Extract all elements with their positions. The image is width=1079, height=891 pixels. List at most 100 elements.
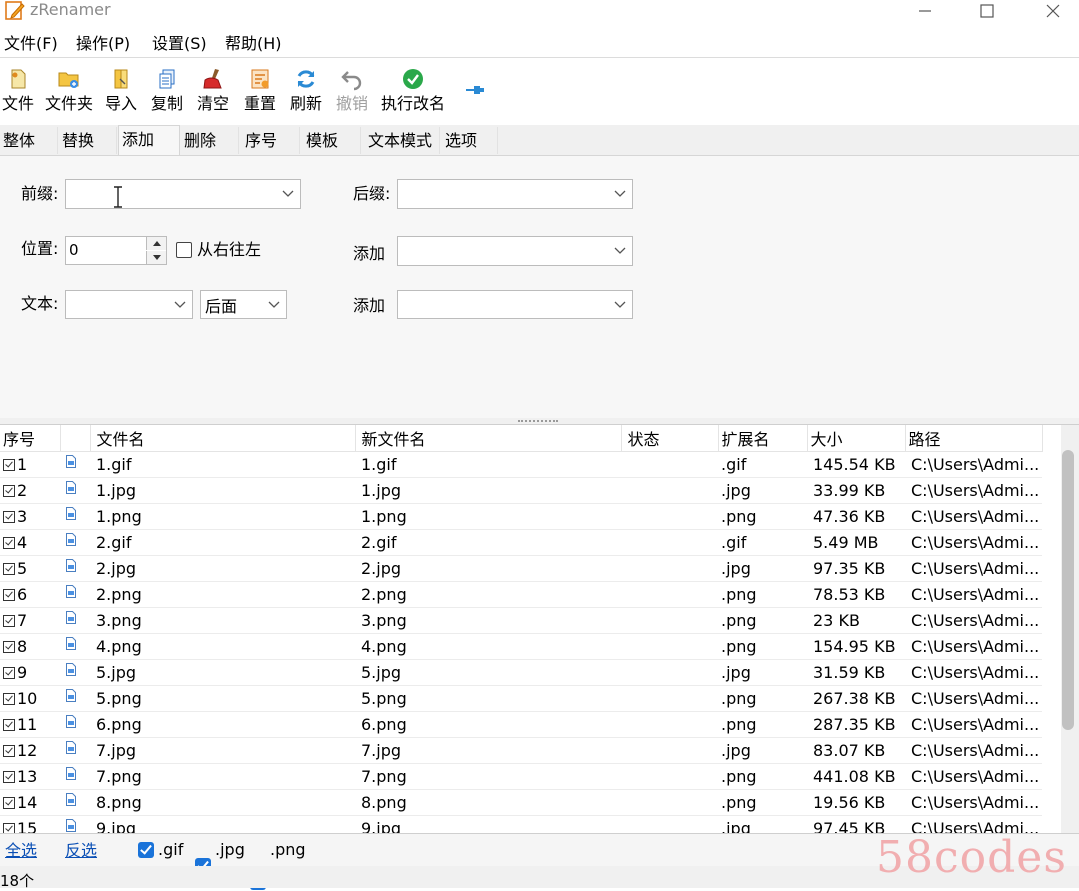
filter-gif-checkbox[interactable] (138, 842, 154, 858)
copy-button[interactable]: 复制 (149, 58, 185, 118)
tab-add[interactable]: 添加 (118, 125, 180, 156)
close-button[interactable] (1028, 0, 1078, 22)
row-checkbox[interactable] (3, 511, 15, 523)
position-label: 位置: (21, 239, 59, 258)
row-checkbox[interactable] (3, 641, 15, 653)
row-checkbox[interactable] (3, 771, 15, 783)
row-number-cell[interactable]: 11 (0, 711, 60, 738)
tab-options[interactable]: 选项 (442, 127, 498, 154)
minimize-button[interactable] (900, 0, 950, 22)
row-number-cell[interactable]: 4 (0, 529, 60, 556)
spin-down-button[interactable] (146, 251, 166, 264)
row-number-cell[interactable]: 7 (0, 607, 60, 634)
row-number-cell[interactable]: 2 (0, 477, 60, 504)
table-row[interactable]: 3 1.png 1.png .png 47.36 KB C:\Users\Admi... (0, 503, 1042, 530)
table-row[interactable]: 6 2.png 2.png .png 78.53 KB C:\Users\Admi... (0, 581, 1042, 608)
row-number-cell[interactable]: 10 (0, 685, 60, 712)
status-cell (621, 607, 718, 634)
row-number-cell[interactable]: 1 (0, 451, 60, 478)
filename-cell: 1.jpg (90, 477, 355, 504)
row-number-cell[interactable]: 9 (0, 659, 60, 686)
menu-help[interactable]: 帮助(H) (225, 33, 282, 55)
maximize-button[interactable] (962, 0, 1012, 22)
select-all-link[interactable]: 全选 (5, 841, 37, 861)
row-number-cell[interactable]: 6 (0, 581, 60, 608)
scrollbar-thumb[interactable] (1062, 450, 1074, 730)
text-combobox[interactable] (65, 290, 193, 319)
text-position-select[interactable]: 后面 (200, 290, 287, 319)
col-extension[interactable]: 扩展名 (718, 425, 808, 452)
row-number-cell[interactable]: 8 (0, 633, 60, 660)
position-spinbox[interactable]: 0 (65, 236, 167, 265)
tab-delete[interactable]: 删除 (181, 127, 239, 154)
suffix-combobox[interactable] (397, 179, 633, 209)
row-checkbox[interactable] (3, 589, 15, 601)
file-icon (66, 740, 76, 754)
row-checkbox[interactable] (3, 537, 15, 549)
row-checkbox[interactable] (3, 459, 15, 471)
table-row[interactable]: 4 2.gif 2.gif .gif 5.49 MB C:\Users\Admi... (0, 529, 1042, 556)
tab-text-mode[interactable]: 文本模式 (365, 127, 440, 154)
refresh-button[interactable]: 刷新 (288, 58, 324, 118)
row-number-cell[interactable]: 14 (0, 789, 60, 816)
col-icon[interactable] (60, 425, 91, 452)
row-checkbox[interactable] (3, 667, 15, 679)
tab-overall[interactable]: 整体 (0, 127, 58, 154)
table-row[interactable]: 5 2.jpg 2.jpg .jpg 97.35 KB C:\Users\Admi... (0, 555, 1042, 582)
row-number-cell[interactable]: 13 (0, 763, 60, 790)
table-row[interactable]: 12 7.jpg 7.jpg .jpg 83.07 KB C:\Users\Admi... (0, 737, 1042, 764)
undo-button[interactable]: 撤销 (334, 58, 370, 118)
table-row[interactable]: 2 1.jpg 1.jpg .jpg 33.99 KB C:\Users\Admi... (0, 477, 1042, 504)
add-combobox-1[interactable] (397, 236, 633, 266)
pin-icon[interactable] (465, 82, 485, 96)
row-number-cell[interactable]: 5 (0, 555, 60, 582)
clear-button[interactable]: 清空 (195, 58, 231, 118)
import-button[interactable]: 导入 (103, 58, 139, 118)
row-number-cell[interactable]: 15 (0, 815, 60, 833)
table-row[interactable]: 10 5.png 5.png .png 267.38 KB C:\Users\Admi..… (0, 685, 1042, 712)
execute-rename-button[interactable]: 执行改名 (379, 58, 447, 118)
col-size[interactable]: 大小 (807, 425, 906, 452)
right-to-left-checkbox[interactable] (176, 242, 192, 258)
add-combobox-2[interactable] (397, 290, 633, 319)
spin-up-button[interactable] (146, 237, 166, 250)
add-file-button[interactable]: 文件 (0, 58, 36, 118)
menu-settings[interactable]: 设置(S) (152, 33, 207, 55)
row-number-cell[interactable]: 12 (0, 737, 60, 764)
row-checkbox[interactable] (3, 719, 15, 731)
invert-selection-link[interactable]: 反选 (65, 841, 97, 861)
row-checkbox[interactable] (3, 797, 15, 809)
tab-template[interactable]: 模板 (303, 127, 361, 154)
file-icon (66, 688, 76, 702)
row-checkbox[interactable] (3, 823, 15, 833)
col-path[interactable]: 路径 (905, 425, 1043, 452)
table-row[interactable]: 9 5.jpg 5.jpg .jpg 31.59 KB C:\Users\Admi... (0, 659, 1042, 686)
table-row[interactable]: 13 7.png 7.png .png 441.08 KB C:\Users\Admi..… (0, 763, 1042, 790)
row-checkbox[interactable] (3, 615, 15, 627)
menu-operation[interactable]: 操作(P) (76, 33, 130, 55)
table-row[interactable]: 1 1.gif 1.gif .gif 145.54 KB C:\Users\Admi... (0, 451, 1042, 478)
menu-file[interactable]: 文件(F) (4, 33, 58, 55)
file-icon (66, 610, 76, 624)
row-checkbox[interactable] (3, 693, 15, 705)
add-folder-button[interactable]: 文件夹 (42, 58, 96, 118)
refresh-icon (293, 66, 319, 92)
row-number-cell[interactable]: 3 (0, 503, 60, 530)
col-status[interactable]: 状态 (621, 425, 719, 452)
row-checkbox[interactable] (3, 745, 15, 757)
table-row[interactable]: 7 3.png 3.png .png 23 KB C:\Users\Admi... (0, 607, 1042, 634)
tab-replace[interactable]: 替换 (59, 127, 117, 154)
table-row[interactable]: 15 9.jpg 9.jpg .jpg 97.45 KB C:\Users\Admi... (0, 815, 1042, 833)
col-new-filename[interactable]: 新文件名 (355, 425, 622, 452)
panel-splitter[interactable] (0, 418, 1079, 425)
col-filename[interactable]: 文件名 (90, 425, 356, 452)
row-checkbox[interactable] (3, 485, 15, 497)
table-row[interactable]: 14 8.png 8.png .png 19.56 KB C:\Users\Admi... (0, 789, 1042, 816)
col-no[interactable]: 序号 (0, 425, 61, 452)
tab-sequence[interactable]: 序号 (242, 127, 300, 154)
reset-button[interactable]: 重置 (242, 58, 278, 118)
table-row[interactable]: 8 4.png 4.png .png 154.95 KB C:\Users\Admi... (0, 633, 1042, 660)
prefix-combobox[interactable] (65, 179, 301, 209)
table-row[interactable]: 11 6.png 6.png .png 287.35 KB C:\Users\Admi..… (0, 711, 1042, 738)
row-checkbox[interactable] (3, 563, 15, 575)
